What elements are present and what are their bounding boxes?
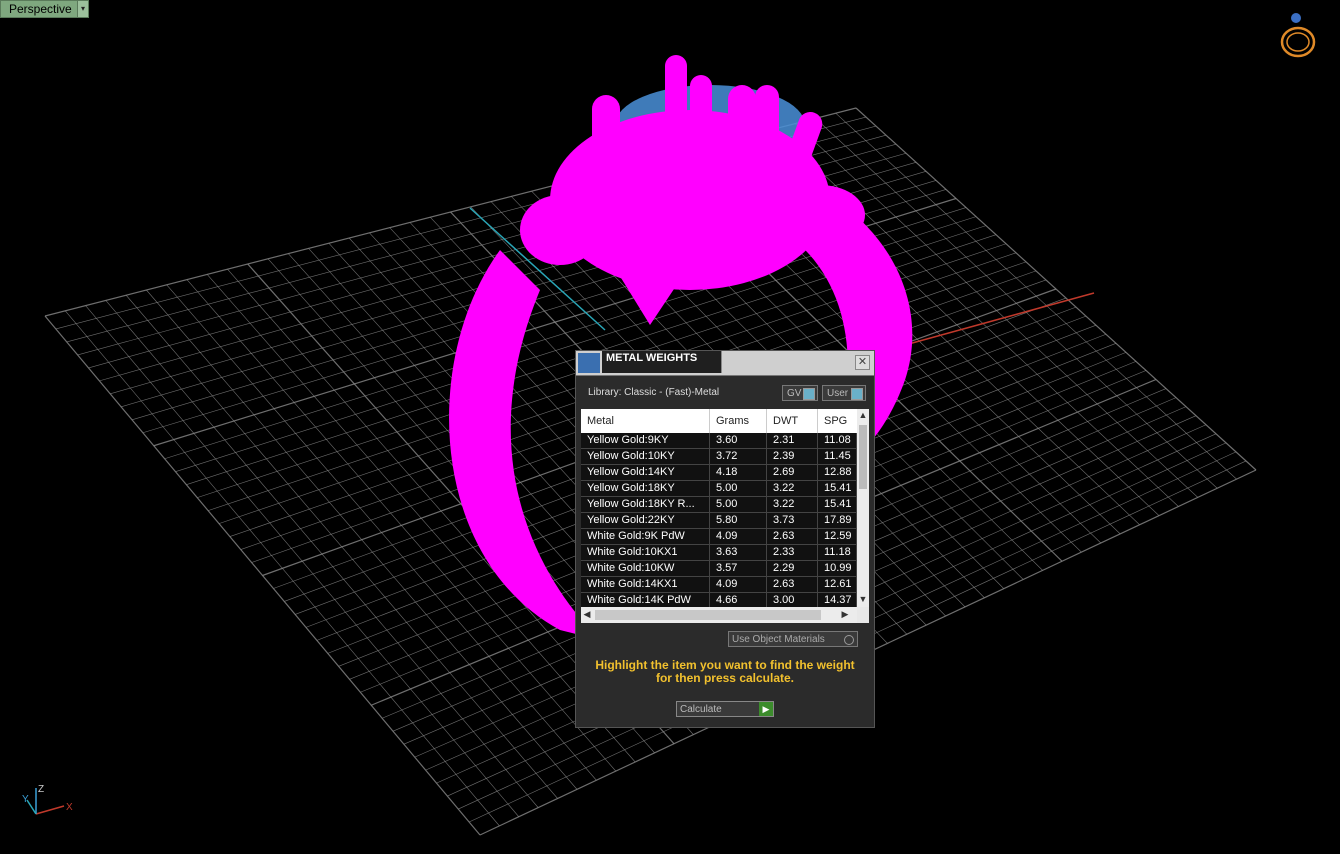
- axis-gizmo: X Z Y: [22, 784, 73, 815]
- play-icon: ▶: [759, 702, 773, 716]
- cell-spg: 10.99: [818, 561, 857, 577]
- cell-grams: 5.00: [710, 481, 767, 497]
- cell-grams: 5.80: [710, 513, 767, 529]
- metal-weights-dialog: METAL WEIGHTS ✕ Library: Classic - (Fast…: [575, 350, 875, 728]
- gv-toggle[interactable]: GV: [782, 385, 818, 401]
- horizontal-scrollbar[interactable]: ◀ ▶: [581, 607, 857, 623]
- table-row[interactable]: Yellow Gold:18KY R... 5.00 3.22 15.41: [581, 497, 857, 513]
- cell-dwt: 2.69: [767, 465, 818, 481]
- table-row[interactable]: Yellow Gold:18KY 5.00 3.22 15.41: [581, 481, 857, 497]
- cell-dwt: 3.00: [767, 593, 818, 607]
- cell-dwt: 2.63: [767, 529, 818, 545]
- table-header: Metal Grams DWT SPG: [581, 409, 857, 433]
- calculate-label: Calculate: [680, 704, 722, 715]
- table-row[interactable]: Yellow Gold:9KY 3.60 2.31 11.08: [581, 433, 857, 449]
- column-header-metal[interactable]: Metal: [581, 409, 710, 433]
- cell-grams: 3.72: [710, 449, 767, 465]
- column-header-dwt[interactable]: DWT: [767, 409, 818, 433]
- cell-metal: Yellow Gold:14KY: [581, 465, 710, 481]
- user-toggle-label: User: [827, 388, 849, 399]
- cell-metal: Yellow Gold:18KY: [581, 481, 710, 497]
- scroll-up-icon[interactable]: ▲: [857, 410, 869, 420]
- vertical-scrollbar[interactable]: ▲ ▼: [857, 409, 869, 607]
- dialog-title: METAL WEIGHTS: [602, 351, 722, 373]
- cell-spg: 12.88: [818, 465, 857, 481]
- calculate-button[interactable]: Calculate ▶: [676, 701, 774, 717]
- cell-metal: White Gold:14K PdW: [581, 593, 710, 607]
- cell-metal: White Gold:14KX1: [581, 577, 710, 593]
- dialog-titlebar[interactable]: METAL WEIGHTS ✕: [576, 351, 874, 376]
- cell-spg: 14.37: [818, 593, 857, 607]
- cell-metal: Yellow Gold:10KY: [581, 449, 710, 465]
- table-row[interactable]: White Gold:9K PdW 4.09 2.63 12.59: [581, 529, 857, 545]
- cell-spg: 12.61: [818, 577, 857, 593]
- table-row[interactable]: Yellow Gold:10KY 3.72 2.39 11.45: [581, 449, 857, 465]
- vertical-scroll-thumb[interactable]: [859, 425, 867, 489]
- instruction-text: Highlight the item you want to find the …: [595, 658, 855, 685]
- scroll-left-icon[interactable]: ◀: [581, 609, 593, 620]
- cell-spg: 15.41: [818, 497, 857, 513]
- ring-icon[interactable]: [1276, 10, 1320, 58]
- axis-x-label: X: [66, 802, 73, 813]
- cell-metal: White Gold:10KX1: [581, 545, 710, 561]
- column-header-grams[interactable]: Grams: [710, 409, 767, 433]
- viewport-label[interactable]: Perspective: [0, 0, 89, 18]
- table-row[interactable]: Yellow Gold:14KY 4.18 2.69 12.88: [581, 465, 857, 481]
- use-object-materials-label: Use Object Materials: [732, 634, 825, 645]
- cell-grams: 3.57: [710, 561, 767, 577]
- cell-grams: 5.00: [710, 497, 767, 513]
- scroll-down-icon[interactable]: ▼: [857, 594, 869, 604]
- scroll-right-icon[interactable]: ▶: [839, 609, 851, 620]
- cell-grams: 4.09: [710, 529, 767, 545]
- cell-spg: 11.18: [818, 545, 857, 561]
- cell-dwt: 2.33: [767, 545, 818, 561]
- viewport-dropdown-button[interactable]: ▾: [77, 0, 89, 18]
- cell-dwt: 3.22: [767, 481, 818, 497]
- cell-dwt: 2.29: [767, 561, 818, 577]
- use-object-materials-toggle[interactable]: Use Object Materials: [728, 631, 858, 647]
- cell-spg: 11.08: [818, 433, 857, 449]
- horizontal-scroll-thumb[interactable]: [595, 610, 821, 620]
- user-toggle-knob: [851, 388, 863, 400]
- cell-dwt: 2.31: [767, 433, 818, 449]
- user-toggle[interactable]: User: [822, 385, 866, 401]
- gv-toggle-label: GV: [787, 388, 802, 399]
- table-row[interactable]: Yellow Gold:22KY 5.80 3.73 17.89: [581, 513, 857, 529]
- cell-spg: 17.89: [818, 513, 857, 529]
- table-row[interactable]: White Gold:10KW 3.57 2.29 10.99: [581, 561, 857, 577]
- cell-spg: 11.45: [818, 449, 857, 465]
- table-row[interactable]: White Gold:14KX1 4.09 2.63 12.61: [581, 577, 857, 593]
- axis-y-label: Y: [22, 794, 29, 805]
- table-row[interactable]: White Gold:10KX1 3.63 2.33 11.18: [581, 545, 857, 561]
- cell-dwt: 3.22: [767, 497, 818, 513]
- library-label: Library: Classic - (Fast)-Metal: [588, 387, 720, 398]
- cell-grams: 4.66: [710, 593, 767, 607]
- viewport-label-text: Perspective: [9, 2, 72, 16]
- cell-metal: Yellow Gold:18KY R...: [581, 497, 710, 513]
- metal-table: Metal Grams DWT SPG Yellow Gold:9KY 3.60 2…: [581, 409, 869, 623]
- close-icon[interactable]: ✕: [855, 355, 870, 370]
- cell-grams: 4.18: [710, 465, 767, 481]
- x-axis-line: [904, 292, 1095, 346]
- cell-metal: Yellow Gold:9KY: [581, 433, 710, 449]
- cell-metal: White Gold:10KW: [581, 561, 710, 577]
- cell-dwt: 2.39: [767, 449, 818, 465]
- table-body: Yellow Gold:9KY 3.60 2.31 11.08 Yellow Gold:…: [581, 433, 857, 607]
- cell-spg: 12.59: [818, 529, 857, 545]
- cell-grams: 3.60: [710, 433, 767, 449]
- app-logo-icon: [578, 353, 600, 373]
- cell-dwt: 2.63: [767, 577, 818, 593]
- cell-grams: 3.63: [710, 545, 767, 561]
- radio-icon: [844, 635, 854, 645]
- cell-metal: White Gold:9K PdW: [581, 529, 710, 545]
- cell-grams: 4.09: [710, 577, 767, 593]
- cell-metal: Yellow Gold:22KY: [581, 513, 710, 529]
- gv-toggle-knob: [803, 388, 815, 400]
- table-row[interactable]: White Gold:14K PdW 4.66 3.00 14.37: [581, 593, 857, 607]
- cell-spg: 15.41: [818, 481, 857, 497]
- column-header-spg[interactable]: SPG: [818, 409, 857, 433]
- cell-dwt: 3.73: [767, 513, 818, 529]
- axis-z-label: Z: [38, 784, 44, 795]
